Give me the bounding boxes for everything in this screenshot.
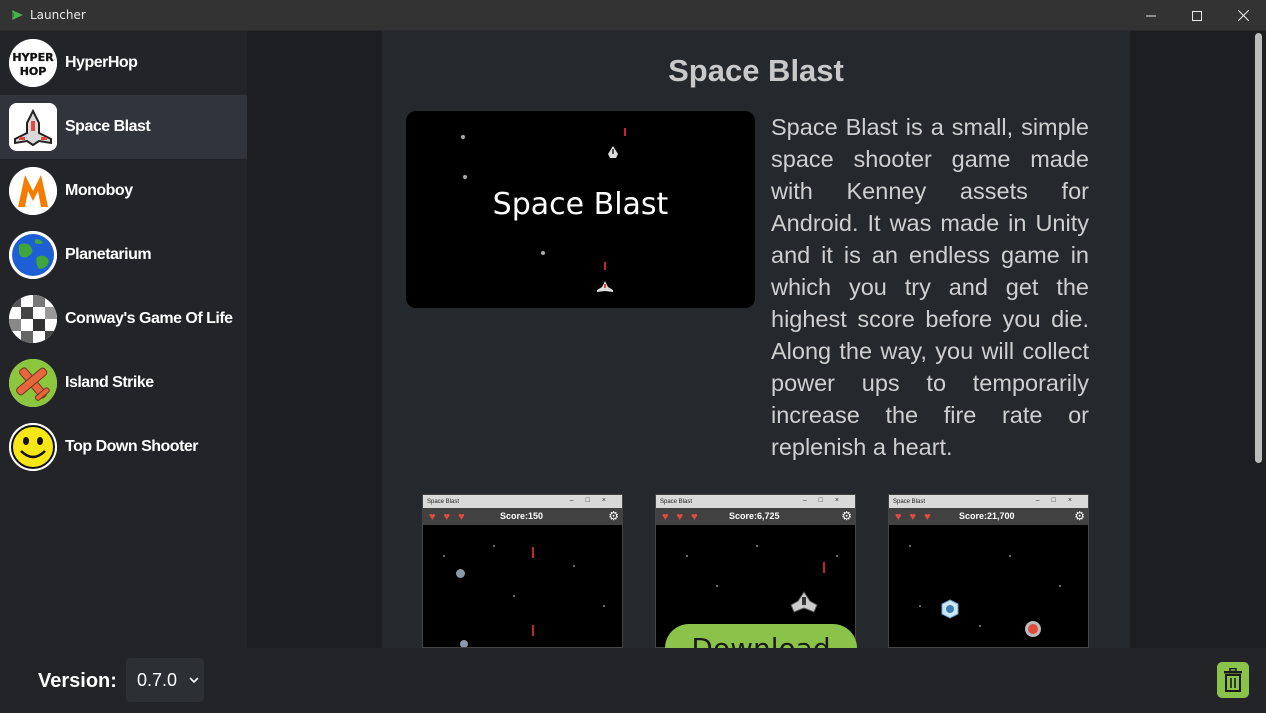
game-description: Space Blast is a small, simple space sho… xyxy=(771,114,1089,460)
trash-icon xyxy=(1224,668,1242,692)
sidebar-item-label: Planetarium xyxy=(65,246,152,263)
screenshot-window-title: Space Blast xyxy=(893,498,926,505)
smiley-icon xyxy=(9,423,57,471)
version-dropdown[interactable]: 0.7.0 xyxy=(126,658,204,702)
app-icon xyxy=(12,10,23,20)
sidebar-item-label: Monoboy xyxy=(65,182,133,199)
window-title: Launcher xyxy=(30,8,86,22)
maximize-button[interactable] xyxy=(1174,0,1220,31)
minimize-button[interactable] xyxy=(1128,0,1174,31)
screenshot-score: Score:21,700 xyxy=(959,511,1015,521)
page-title: Space Blast xyxy=(668,53,844,88)
powerup-heart-icon xyxy=(1025,621,1041,637)
screenshot-score: Score:150 xyxy=(500,511,544,521)
svg-text:HOP: HOP xyxy=(20,65,47,78)
sidebar-item-monoboy[interactable]: Monoboy xyxy=(0,159,247,223)
scrollbar-thumb[interactable] xyxy=(1255,33,1262,463)
sidebar-item-label: Space Blast xyxy=(65,118,151,135)
heart-icon: ♥ xyxy=(895,510,902,523)
heart-icon: ♥ xyxy=(924,510,931,523)
sidebar-item-hyperhop[interactable]: HYPER HOP HyperHop xyxy=(0,31,247,95)
sidebar-item-label: HyperHop xyxy=(65,54,138,71)
screenshot-score: Score:6,725 xyxy=(729,511,780,521)
game-banner-image: Space Blast xyxy=(406,111,755,308)
grid-cells-icon xyxy=(9,295,57,343)
hyperhop-logo-icon: HYPER HOP xyxy=(9,39,57,87)
sidebar-item-space-blast[interactable]: Space Blast xyxy=(0,95,247,159)
game-list-sidebar: HYPER HOP HyperHop Space Blast Monoboy P… xyxy=(0,31,247,648)
version-label: Version: xyxy=(38,670,117,692)
screenshot-1[interactable]: Space Blast –□× ♥ ♥ ♥ Score:150 ⚙ xyxy=(422,494,623,648)
asteroid-icon xyxy=(460,640,468,647)
minimize-icon xyxy=(1146,15,1156,16)
footer-bar: Version: 0.7.0 xyxy=(0,648,1266,713)
gear-icon: ⚙ xyxy=(841,509,852,523)
game-detail-panel: Space Blast Space Blast Space Blast is a… xyxy=(382,31,1130,648)
heart-icon: ♥ xyxy=(676,510,684,523)
asteroid-icon xyxy=(456,569,465,578)
banner-title: Space Blast xyxy=(492,187,669,222)
gear-icon: ⚙ xyxy=(608,509,619,523)
screenshot-3[interactable]: Space Blast –□× ♥ ♥ ♥ Score:21,700 ⚙ xyxy=(888,494,1089,648)
plane-icon xyxy=(9,359,57,407)
scrollbar[interactable] xyxy=(1250,31,1266,648)
download-button[interactable]: Download xyxy=(665,624,857,648)
enemy-ship-icon xyxy=(608,146,618,158)
screenshot-hud: ♥ ♥ ♥ Score:21,700 ⚙ xyxy=(889,508,1088,525)
sidebar-item-planetarium[interactable]: Planetarium xyxy=(0,223,247,287)
sidebar-item-top-down-shooter[interactable]: Top Down Shooter xyxy=(0,415,247,479)
heart-icon: ♥ xyxy=(909,510,917,523)
powerup-shield-icon xyxy=(941,599,959,619)
sidebar-item-conways-game-of-life[interactable]: Conway's Game Of Life xyxy=(0,287,247,351)
sidebar-item-label: Top Down Shooter xyxy=(65,438,199,455)
svg-text:HYPER: HYPER xyxy=(12,51,54,64)
uninstall-button[interactable] xyxy=(1217,662,1249,698)
chevron-down-icon xyxy=(189,658,199,713)
screenshot-hud: ♥ ♥ ♥ Score:6,725 ⚙ xyxy=(656,508,855,525)
heart-icon: ♥ xyxy=(691,510,698,523)
heart-icon: ♥ xyxy=(662,510,669,523)
version-value: 0.7.0 xyxy=(137,670,178,690)
sidebar-item-label: Island Strike xyxy=(65,374,154,391)
close-icon xyxy=(1237,10,1249,21)
title-bar: Launcher xyxy=(0,0,1266,31)
player-ship-icon xyxy=(790,591,818,613)
planet-icon xyxy=(9,231,57,279)
screenshot-window-title: Space Blast xyxy=(427,498,460,505)
screenshot-window-title: Space Blast xyxy=(660,498,693,505)
heart-icon: ♥ xyxy=(429,510,436,523)
heart-icon: ♥ xyxy=(443,510,451,523)
monoboy-m-icon xyxy=(9,167,57,215)
player-ship-icon xyxy=(597,281,613,292)
spaceship-icon xyxy=(9,103,57,151)
screenshot-hud: ♥ ♥ ♥ Score:150 ⚙ xyxy=(423,508,622,525)
close-button[interactable] xyxy=(1220,0,1266,31)
heart-icon: ♥ xyxy=(458,510,465,523)
sidebar-item-island-strike[interactable]: Island Strike xyxy=(0,351,247,415)
sidebar-item-label: Conway's Game Of Life xyxy=(65,310,233,327)
maximize-icon xyxy=(1192,10,1202,21)
gear-icon: ⚙ xyxy=(1074,509,1085,523)
